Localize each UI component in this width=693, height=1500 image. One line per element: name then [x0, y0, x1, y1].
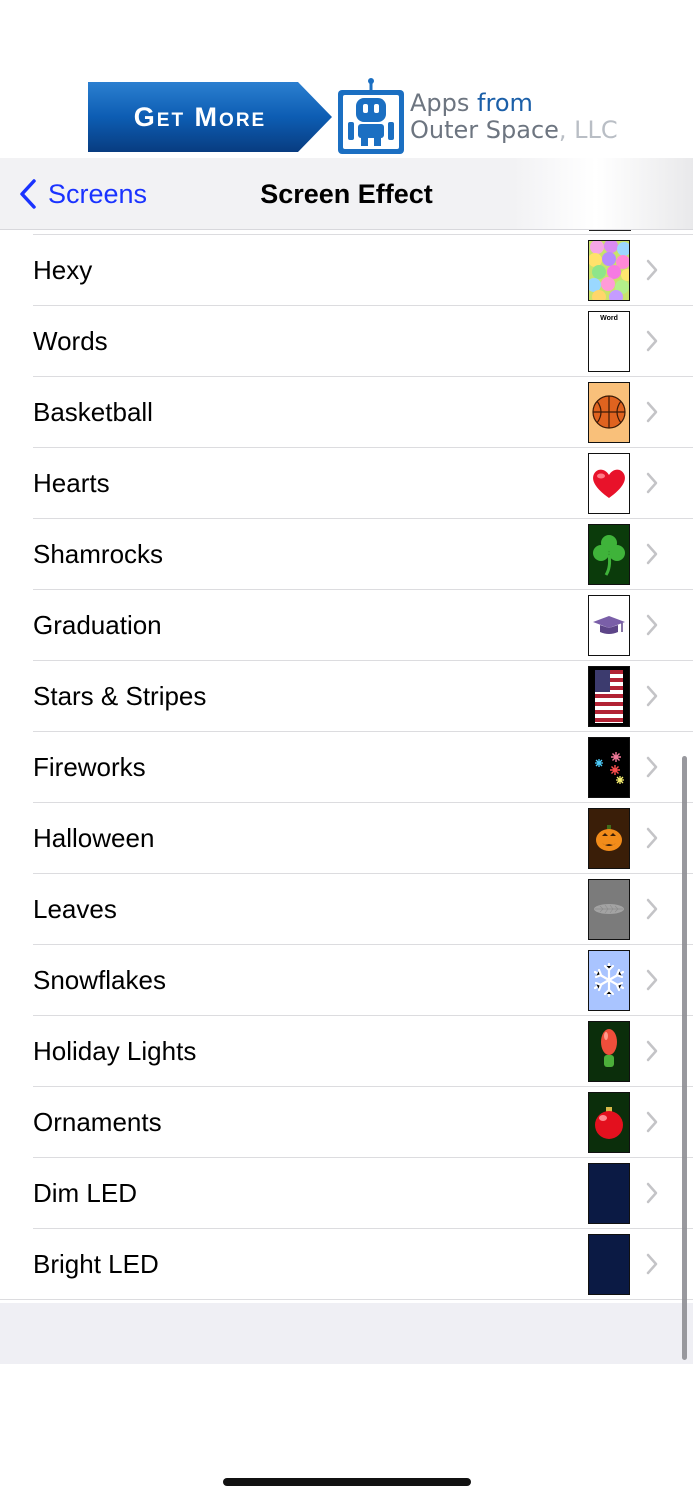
- chevron-right-icon: [646, 685, 658, 707]
- list-item-label: Halloween: [33, 823, 155, 853]
- chevron-right-icon: [646, 898, 658, 920]
- shamrock-thumbnail: [588, 524, 630, 585]
- table-footer: [0, 1303, 693, 1364]
- list-item-label: Hexy: [33, 255, 93, 285]
- scroll-indicator[interactable]: [682, 756, 687, 1360]
- chevron-right-icon: [646, 614, 658, 636]
- thumb-word-text: Word: [600, 315, 618, 322]
- chevron-right-icon: [646, 756, 658, 778]
- chevron-right-icon: [646, 1182, 658, 1204]
- leaf-thumbnail: [588, 879, 630, 940]
- hexy-thumbnail: [588, 240, 630, 301]
- list-item-label: Graduation: [33, 610, 162, 640]
- list-item-label: Stars & Stripes: [33, 681, 207, 711]
- list-item-hexy[interactable]: Hexy: [0, 235, 693, 306]
- list-item-ornaments[interactable]: Ornaments: [0, 1087, 693, 1158]
- get-more-button[interactable]: Get More: [88, 82, 332, 152]
- chevron-right-icon: [646, 330, 658, 352]
- home-indicator[interactable]: [223, 1478, 471, 1486]
- list-item-halloween[interactable]: Halloween: [0, 803, 693, 874]
- get-more-label: Get More: [133, 101, 267, 132]
- navigation-bar: Screens Screen Effect: [0, 158, 693, 230]
- list-item-label: Basketball: [33, 397, 153, 427]
- list-item-basketball[interactable]: Basketball: [0, 377, 693, 448]
- chevron-right-icon: [646, 1040, 658, 1062]
- list-item-label: Fireworks: [33, 752, 146, 782]
- list-item-label: Shamrocks: [33, 539, 164, 569]
- chevron-right-icon: [646, 1111, 658, 1133]
- dim-led-thumbnail: [588, 1163, 630, 1224]
- basketball-thumbnail: [588, 382, 630, 443]
- list-item-label: Holiday Lights: [33, 1036, 197, 1066]
- chevron-right-icon: [646, 259, 658, 281]
- words-thumbnail: Word: [588, 311, 630, 372]
- robot-logo-icon: [336, 78, 406, 156]
- list-item-label: Leaves: [33, 894, 117, 924]
- graduation-cap-thumbnail: [588, 595, 630, 656]
- list-item-label: Words: [33, 326, 108, 356]
- list-top-peek: [589, 230, 631, 231]
- list-item-graduation[interactable]: Graduation: [0, 590, 693, 661]
- list-item-dim-led[interactable]: Dim LED: [0, 1158, 693, 1229]
- divider: [0, 1299, 693, 1300]
- snowflake-thumbnail: [588, 950, 630, 1011]
- list-item-stars-stripes[interactable]: Stars & Stripes: [0, 661, 693, 732]
- ad-brand-text: Apps from Outer Space, LLC: [410, 89, 618, 144]
- list-item-label: Hearts: [33, 468, 110, 498]
- chevron-right-icon: [646, 827, 658, 849]
- list-item-hearts[interactable]: Hearts: [0, 448, 693, 519]
- list-item-leaves[interactable]: Leaves: [0, 874, 693, 945]
- bright-led-thumbnail: [588, 1234, 630, 1295]
- page-title: Screen Effect: [260, 179, 433, 209]
- chevron-right-icon: [646, 969, 658, 991]
- list-item-holiday-lights[interactable]: Holiday Lights: [0, 1016, 693, 1087]
- list-item-label: Snowflakes: [33, 965, 166, 995]
- list-item-shamrocks[interactable]: Shamrocks: [0, 519, 693, 590]
- pumpkin-thumbnail: [588, 808, 630, 869]
- chevron-right-icon: [646, 1253, 658, 1275]
- flag-thumbnail: [588, 666, 630, 727]
- chevron-right-icon: [646, 543, 658, 565]
- list-item-label: Ornaments: [33, 1107, 162, 1137]
- ad-banner[interactable]: Get More Apps from Outer Space, LLC: [0, 76, 693, 158]
- list-item-words[interactable]: Words Word: [0, 306, 693, 377]
- chevron-right-icon: [646, 401, 658, 423]
- list-item-label: Bright LED: [33, 1249, 159, 1279]
- heart-thumbnail: [588, 453, 630, 514]
- list-item-bright-led[interactable]: Bright LED: [0, 1229, 693, 1300]
- fireworks-thumbnail: [588, 737, 630, 798]
- holiday-light-thumbnail: [588, 1021, 630, 1082]
- chevron-right-icon: [646, 472, 658, 494]
- ornament-thumbnail: [588, 1092, 630, 1153]
- list-item-fireworks[interactable]: Fireworks: [0, 732, 693, 803]
- list-item-snowflakes[interactable]: Snowflakes: [0, 945, 693, 1016]
- list-item-label: Dim LED: [33, 1178, 138, 1208]
